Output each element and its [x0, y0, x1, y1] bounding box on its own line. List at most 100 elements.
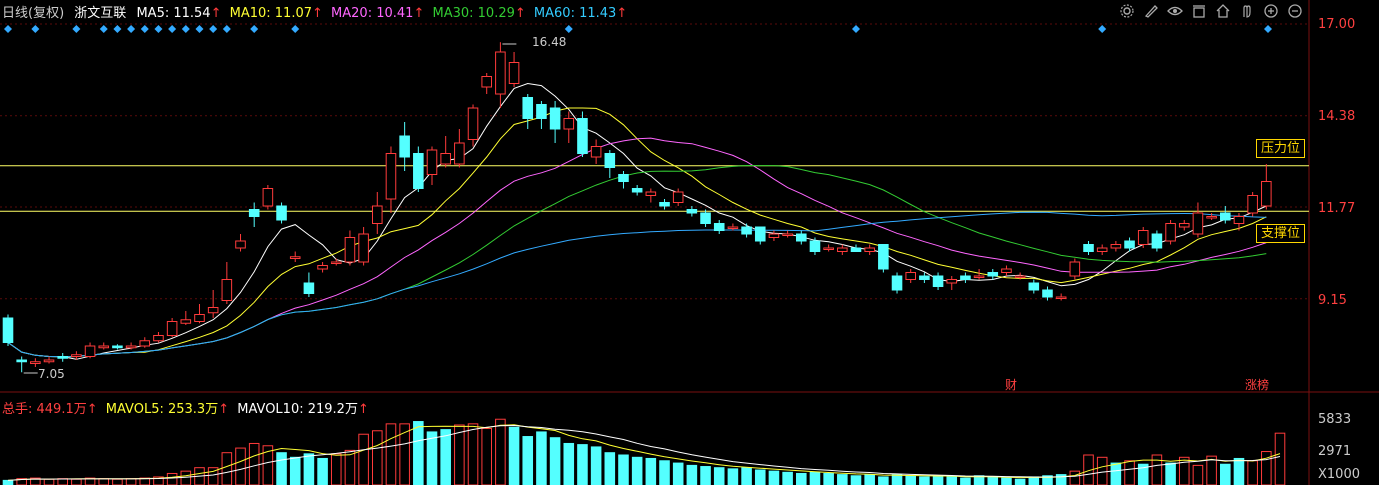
volume-bar	[768, 470, 780, 485]
candle-body	[1137, 230, 1149, 245]
zoom-in-icon[interactable]	[1262, 2, 1280, 20]
volume-bar	[98, 478, 110, 485]
candle-body	[413, 153, 424, 189]
volume-bar	[1165, 462, 1176, 485]
layers-icon[interactable]	[1190, 2, 1208, 20]
event-markers	[4, 25, 1272, 33]
volume-bar	[1233, 457, 1245, 485]
chart-toolbar	[1118, 2, 1304, 20]
pen-icon[interactable]	[1142, 2, 1160, 20]
price-tick-2: 14.38	[1318, 109, 1356, 124]
volume-bar	[1247, 460, 1258, 485]
candle-body	[71, 354, 82, 357]
candle-body	[180, 319, 192, 324]
volume-bar	[467, 423, 479, 485]
event-diamond	[209, 25, 218, 33]
total-volume: 总手: 449.1万	[2, 402, 87, 417]
event-diamond	[181, 25, 190, 33]
event-diamond	[222, 25, 231, 33]
candle-body	[919, 275, 930, 280]
limit-list-badge[interactable]: 涨榜	[1245, 376, 1269, 393]
support-tag[interactable]: 支撑位	[1256, 224, 1306, 243]
candle-body	[878, 244, 889, 270]
candle-body	[932, 275, 944, 287]
event-diamond	[1264, 25, 1272, 33]
ma10-value: MA10: 11.07	[229, 6, 312, 21]
volume-bar	[659, 460, 670, 485]
ma60-arrow: ↑	[616, 6, 628, 21]
volume-bar	[112, 478, 123, 485]
candle-body	[604, 153, 616, 168]
candle-body	[317, 265, 328, 270]
zoom-out-icon[interactable]	[1286, 2, 1304, 20]
resistance-tag[interactable]: 压力位	[1256, 139, 1306, 158]
volume-bar	[672, 462, 684, 485]
volume-bar	[358, 433, 369, 485]
candlesticks	[2, 42, 1272, 374]
volume-bar	[125, 478, 137, 485]
candle-body	[289, 256, 301, 259]
candle-body	[1028, 282, 1040, 291]
candle-body	[768, 233, 780, 238]
event-diamond	[168, 25, 177, 33]
volume-bar	[645, 457, 657, 485]
volume-bar	[549, 437, 561, 485]
candle-body	[1124, 240, 1135, 249]
candle-body	[385, 153, 397, 200]
volume-bar	[754, 469, 766, 485]
volume-bar	[713, 467, 725, 485]
gear-icon[interactable]	[1118, 2, 1136, 20]
candle-body	[235, 240, 246, 249]
volume-bar	[180, 470, 192, 485]
hand-icon[interactable]	[1238, 2, 1256, 20]
volume-bar	[987, 476, 999, 485]
candle-body	[850, 247, 862, 252]
candle-body	[508, 62, 520, 84]
volume-bar	[932, 475, 944, 485]
price-tick-3: 11.77	[1318, 201, 1356, 216]
price-tick-4: 9.15	[1318, 293, 1347, 308]
candle-body	[782, 233, 793, 236]
candle-body	[467, 107, 479, 140]
event-diamond	[127, 25, 136, 33]
candle-body	[262, 188, 274, 207]
volume-bar	[878, 476, 889, 485]
candle-body	[1192, 212, 1204, 235]
candle-body	[276, 205, 287, 221]
ma20-arrow: ↑	[413, 6, 425, 21]
candle-body	[98, 345, 110, 349]
volume-bar	[809, 471, 821, 485]
volume-bar	[891, 474, 903, 485]
home-icon[interactable]	[1214, 2, 1232, 20]
event-diamond	[1098, 25, 1107, 33]
candle-body	[837, 247, 848, 252]
volume-bar	[604, 452, 616, 485]
volume-bar	[741, 467, 752, 485]
candle-body	[426, 149, 438, 175]
candle-body	[330, 261, 342, 264]
candle-body	[905, 272, 916, 280]
period-label[interactable]: 日线(复权)	[2, 6, 64, 21]
candle-body	[139, 340, 151, 347]
volume-bar	[166, 472, 178, 485]
mavol5-value: MAVOL5: 253.3万	[105, 402, 219, 417]
volume-bar	[2, 479, 14, 485]
candle-body	[248, 209, 260, 217]
candle-body	[522, 97, 534, 119]
volume-bar	[1001, 477, 1012, 485]
volume-bar	[563, 442, 575, 485]
volume-bar	[317, 457, 328, 485]
candle-body	[1083, 244, 1094, 252]
eye-icon[interactable]	[1166, 2, 1184, 20]
ma30-arrow: ↑	[514, 6, 526, 21]
candle-body	[946, 279, 958, 284]
ma20-line	[7, 137, 1267, 358]
candle-body	[727, 226, 739, 229]
candle-body	[194, 314, 205, 322]
volume-bar	[481, 427, 492, 485]
volume-bar	[372, 430, 383, 485]
volume-bar	[440, 429, 451, 485]
volume-bar	[590, 446, 602, 485]
finance-badge[interactable]: 财	[1005, 376, 1017, 393]
candle-body	[1110, 244, 1122, 249]
